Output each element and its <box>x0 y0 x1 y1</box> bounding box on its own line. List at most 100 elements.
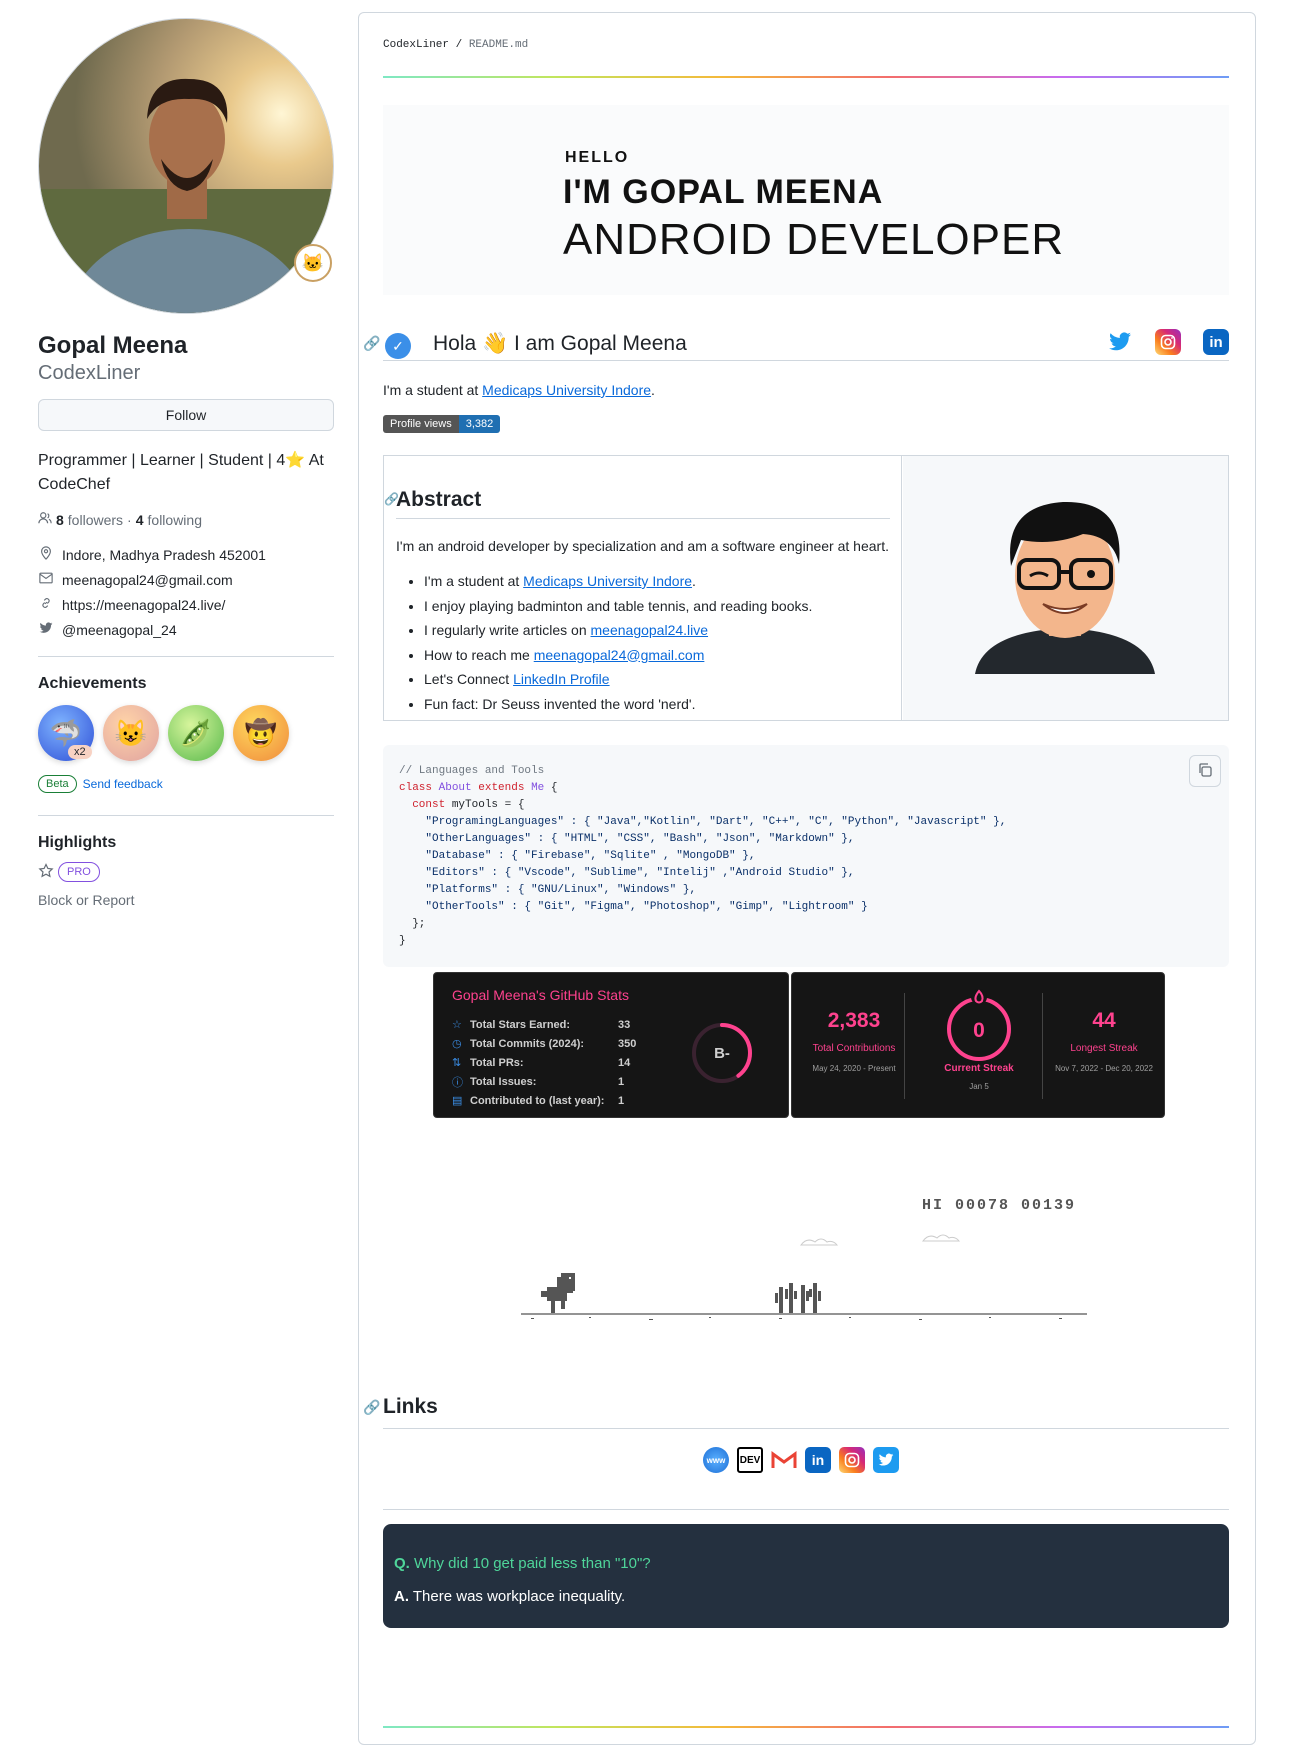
current-streak-value: 0 <box>973 1019 985 1042</box>
email-link[interactable]: meenagopal24@gmail.com <box>62 572 233 588</box>
list-item: Let's Connect LinkedIn Profile <box>424 671 812 696</box>
hero-role: ANDROID DEVELOPER <box>563 215 1065 264</box>
follow-button[interactable]: Follow <box>38 399 334 431</box>
website-link[interactable]: https://meenagopal24.live/ <box>62 597 225 613</box>
code-line: "OtherLanguages" : { "HTML", "CSS", "Bas… <box>425 833 855 845</box>
achievement-shark-badge[interactable]: 🦈 x2 <box>38 705 94 761</box>
stat-value: 350 <box>618 1037 637 1050</box>
link-icon <box>38 596 54 613</box>
joke-question: Q. Why did 10 get paid less than "10"? <box>394 1555 651 1572</box>
achievements-heading[interactable]: Achievements <box>38 675 334 693</box>
grade-text: B- <box>714 1045 730 1062</box>
people-icon <box>38 511 52 528</box>
cowboy-icon: 🤠 <box>244 717 278 748</box>
streak-stats-card: 2,383 Total Contributions May 24, 2020 -… <box>791 972 1165 1118</box>
readme-panel: CodexLiner / README.md HELLO I'M GOPAL M… <box>358 12 1256 1745</box>
anchor-link-icon[interactable]: 🔗 <box>363 1399 380 1416</box>
anchor-link-icon[interactable]: 🔗 <box>384 492 399 506</box>
social-links-top: in <box>1107 329 1229 355</box>
dino-score: HI 00078 00139 <box>922 1197 1077 1214</box>
achievement-yolo-badge[interactable]: 😺 <box>103 705 159 761</box>
twitter-icon <box>38 622 54 637</box>
list-item: I'm a student at Medicaps University Ind… <box>424 573 812 598</box>
abstract-heading-text: Abstract <box>396 488 482 511</box>
stat-label: Total Issues: <box>470 1075 537 1088</box>
hero-name: I'M GOPAL MEENA <box>563 173 884 211</box>
links-heading: 🔗 Links <box>363 1395 1229 1429</box>
a-prefix: A. <box>394 1588 409 1605</box>
code-text: myTools = { <box>445 799 525 811</box>
achievement-quickdraw-badge[interactable]: 🤠 <box>233 705 289 761</box>
pull-request-icon: ⇅ <box>452 1057 462 1069</box>
breadcrumb-file-link[interactable]: README.md <box>469 39 528 51</box>
gmail-icon[interactable] <box>771 1447 797 1473</box>
linkedin-icon[interactable]: in <box>1203 329 1229 355</box>
hero-banner: HELLO I'M GOPAL MEENA ANDROID DEVELOPER <box>383 105 1229 295</box>
profile-details: Indore, Madhya Pradesh 452001 meenagopal… <box>38 542 334 642</box>
stats-rows: ☆ Total Stars Earned: 33 ◷ Total Commits (2… <box>452 1015 636 1110</box>
dev-icon[interactable]: DEV <box>737 1447 763 1473</box>
joke-answer: A. There was workplace inequality. <box>394 1588 625 1605</box>
stat-row: ☆ Total Stars Earned: 33 <box>452 1015 636 1034</box>
longest-streak-value: 44 <box>1092 1009 1116 1032</box>
list-text: How to reach me <box>424 646 534 663</box>
instagram-icon[interactable] <box>839 1447 865 1473</box>
email-link[interactable]: meenagopal24@gmail.com <box>534 647 705 663</box>
yolo-icon: 😺 <box>114 717 148 748</box>
www-icon[interactable]: www <box>703 1447 729 1473</box>
twitter-icon[interactable] <box>873 1447 899 1473</box>
instagram-icon[interactable] <box>1155 329 1181 355</box>
followers-count[interactable]: 8 <box>56 512 64 528</box>
linkedin-icon[interactable]: in <box>805 1447 831 1473</box>
issue-icon: ⓘ <box>452 1076 463 1089</box>
breadcrumb-user-link[interactable]: CodexLiner <box>383 39 449 51</box>
code-block: // Languages and Tools class About exten… <box>383 745 1229 967</box>
dino-game <box>521 1234 1087 1320</box>
dot-separator: · <box>127 511 132 528</box>
readme-breadcrumb: CodexLiner / README.md <box>383 39 528 51</box>
list-text: I regularly write articles on <box>424 622 591 638</box>
code-text: } <box>399 935 406 947</box>
profile-views-badge: Profile views 3,382 <box>383 415 501 433</box>
link-icons-row: www DEV in <box>703 1447 899 1473</box>
email-item: meenagopal24@gmail.com <box>38 567 334 592</box>
current-streak-range: Jan 5 <box>969 1082 989 1091</box>
code-content: // Languages and Tools class About exten… <box>399 763 1006 950</box>
achievement-count: x2 <box>68 745 92 759</box>
abstract-heading: 🔗 Abstract <box>384 488 890 519</box>
block-report-link[interactable]: Block or Report <box>38 892 334 908</box>
achievement-pair-badge[interactable]: 🫛 <box>168 705 224 761</box>
list-text: I'm a student at <box>424 573 524 589</box>
cactus-icon <box>775 1283 821 1313</box>
list-item: I regularly write articles on meenagopal… <box>424 622 812 647</box>
followers-link[interactable]: followers <box>68 512 123 528</box>
divider <box>383 1509 1229 1510</box>
achievement-badges: 🦈 x2 😺 🫛 🤠 <box>38 705 334 761</box>
total-contributions-column: 2,383 Total Contributions May 24, 2020 -… <box>792 973 916 1119</box>
twitter-handle-link[interactable]: @meenagopal_24 <box>62 622 177 638</box>
following-count[interactable]: 4 <box>136 512 144 528</box>
abstract-text: I'm an android developer by specializati… <box>396 538 889 554</box>
profile-avatar[interactable] <box>38 18 334 314</box>
stat-value: 1 <box>618 1094 625 1107</box>
stat-label: Total Commits (2024): <box>470 1037 585 1050</box>
stats-title: Gopal Meena's GitHub Stats <box>452 987 629 1003</box>
linkedin-link[interactable]: LinkedIn Profile <box>513 671 610 687</box>
anchor-link-icon[interactable]: 🔗 <box>363 335 380 352</box>
copy-code-button[interactable] <box>1189 755 1221 787</box>
status-emoji-badge[interactable]: 🐱 <box>294 244 332 282</box>
column-divider <box>904 993 905 1099</box>
copy-icon <box>1197 762 1213 781</box>
following-link[interactable]: following <box>148 512 202 528</box>
grade-ring: B- <box>692 1023 752 1083</box>
university-link[interactable]: Medicaps University Indore <box>482 382 651 398</box>
list-text: Let's Connect <box>424 671 514 687</box>
rainbow-divider <box>383 1726 1229 1728</box>
highlights-heading: Highlights <box>38 834 117 851</box>
blog-link[interactable]: meenagopal24.live <box>591 622 709 638</box>
code-class-name: About <box>438 782 472 794</box>
university-link[interactable]: Medicaps University Indore <box>523 573 692 589</box>
twitter-icon[interactable] <box>1107 329 1133 355</box>
send-feedback-link[interactable]: Send feedback <box>83 777 163 791</box>
follow-counts: 8 followers · 4 following <box>38 511 334 528</box>
